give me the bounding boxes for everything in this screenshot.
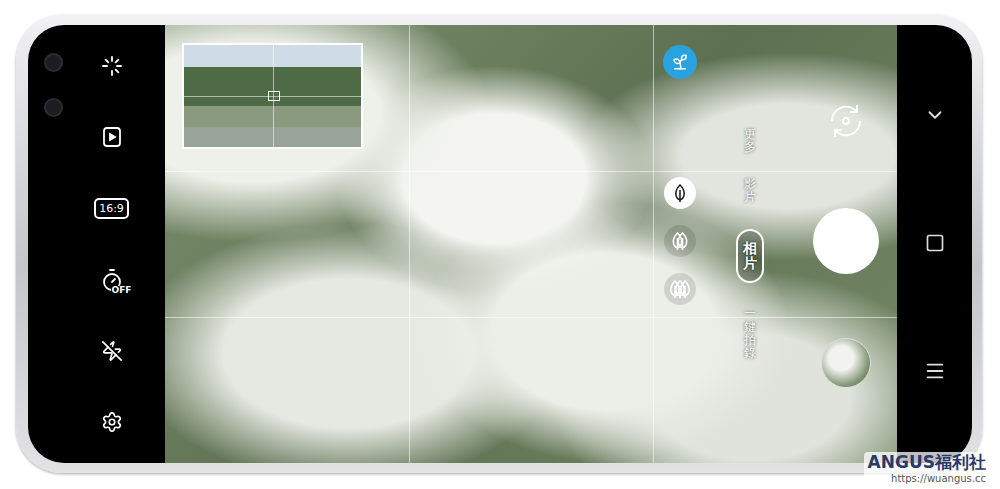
video-frame-icon (100, 125, 124, 149)
mode-label: 影片 (744, 178, 756, 204)
gallery-thumbnail[interactable] (821, 338, 871, 388)
watermark-url: https://wuangus.cc (891, 473, 986, 485)
minimap-focus-box (268, 91, 280, 101)
shutter-button[interactable] (813, 208, 879, 274)
camera-screen: 16:9 OFF 更多影片相片一鍵拍錄 (28, 25, 972, 463)
motion-photo-icon (100, 54, 124, 78)
zoom-minimap (182, 43, 363, 149)
mode-label: 相片 (743, 241, 757, 272)
minimap-grid-line (184, 96, 361, 97)
mode-list: 更多影片相片一鍵拍錄 (705, 25, 795, 463)
zoom-group (664, 177, 696, 305)
home-square-icon (925, 233, 945, 253)
mode-item[interactable]: 一鍵拍錄 (744, 307, 756, 360)
leaf-icon (669, 278, 691, 300)
chevron-down-icon (924, 104, 946, 126)
front-cameras (28, 25, 78, 463)
zoom-column (655, 25, 705, 463)
zoom-button[interactable] (664, 225, 696, 257)
gear-icon (101, 411, 123, 433)
hide-nav-button[interactable] (923, 103, 947, 127)
watermark: ANGUS福利社https://wuangus.cc (864, 452, 990, 486)
camera-hole (44, 98, 63, 117)
grid-line (165, 317, 897, 318)
home-button[interactable] (923, 231, 947, 255)
timer-button[interactable]: OFF (95, 263, 129, 297)
camera-hole (44, 53, 63, 72)
settings-column: 16:9 OFF (78, 25, 165, 463)
recents-button[interactable] (923, 359, 947, 383)
shutter-column (795, 25, 897, 463)
scene-optimizer-button[interactable] (663, 45, 697, 79)
sprout-icon (671, 53, 689, 71)
mode-label: 一鍵拍錄 (744, 307, 756, 360)
viewfinder[interactable]: 更多影片相片一鍵拍錄 (165, 25, 897, 463)
leaf-icon (669, 230, 691, 252)
zoom-button[interactable] (664, 273, 696, 305)
grid-line (653, 25, 654, 463)
flip-camera-button[interactable] (824, 99, 868, 143)
settings-button[interactable] (95, 405, 129, 439)
flash-off-icon (101, 340, 123, 362)
flip-camera-icon (824, 99, 868, 143)
timer-label: OFF (111, 286, 133, 295)
navigation-bar (897, 25, 972, 463)
leaf-icon (669, 182, 691, 204)
phone: 16:9 OFF 更多影片相片一鍵拍錄 (16, 15, 982, 473)
mode-item[interactable]: 影片 (744, 178, 756, 204)
watermark-brand: ANGUS福利社 (868, 453, 986, 473)
zoom-button[interactable] (664, 177, 696, 209)
mode-label: 更多 (744, 128, 756, 154)
mode-item[interactable]: 相片 (736, 229, 764, 284)
capture-controls: 更多影片相片一鍵拍錄 (655, 25, 897, 463)
grid-line (409, 25, 410, 463)
mode-item[interactable]: 更多 (744, 128, 756, 154)
page: 16:9 OFF 更多影片相片一鍵拍錄 ANGUS福利社https://wuangus… (0, 0, 1000, 489)
aspect-ratio-button[interactable]: 16:9 (95, 191, 129, 225)
aspect-ratio-label: 16:9 (94, 198, 129, 219)
grid-line (165, 171, 897, 172)
flash-button[interactable] (95, 334, 129, 368)
left-toolbar: 16:9 OFF (28, 25, 165, 463)
recents-lines-icon (924, 360, 946, 382)
motion-photo-button[interactable] (95, 49, 129, 83)
video-size-button[interactable] (95, 120, 129, 154)
